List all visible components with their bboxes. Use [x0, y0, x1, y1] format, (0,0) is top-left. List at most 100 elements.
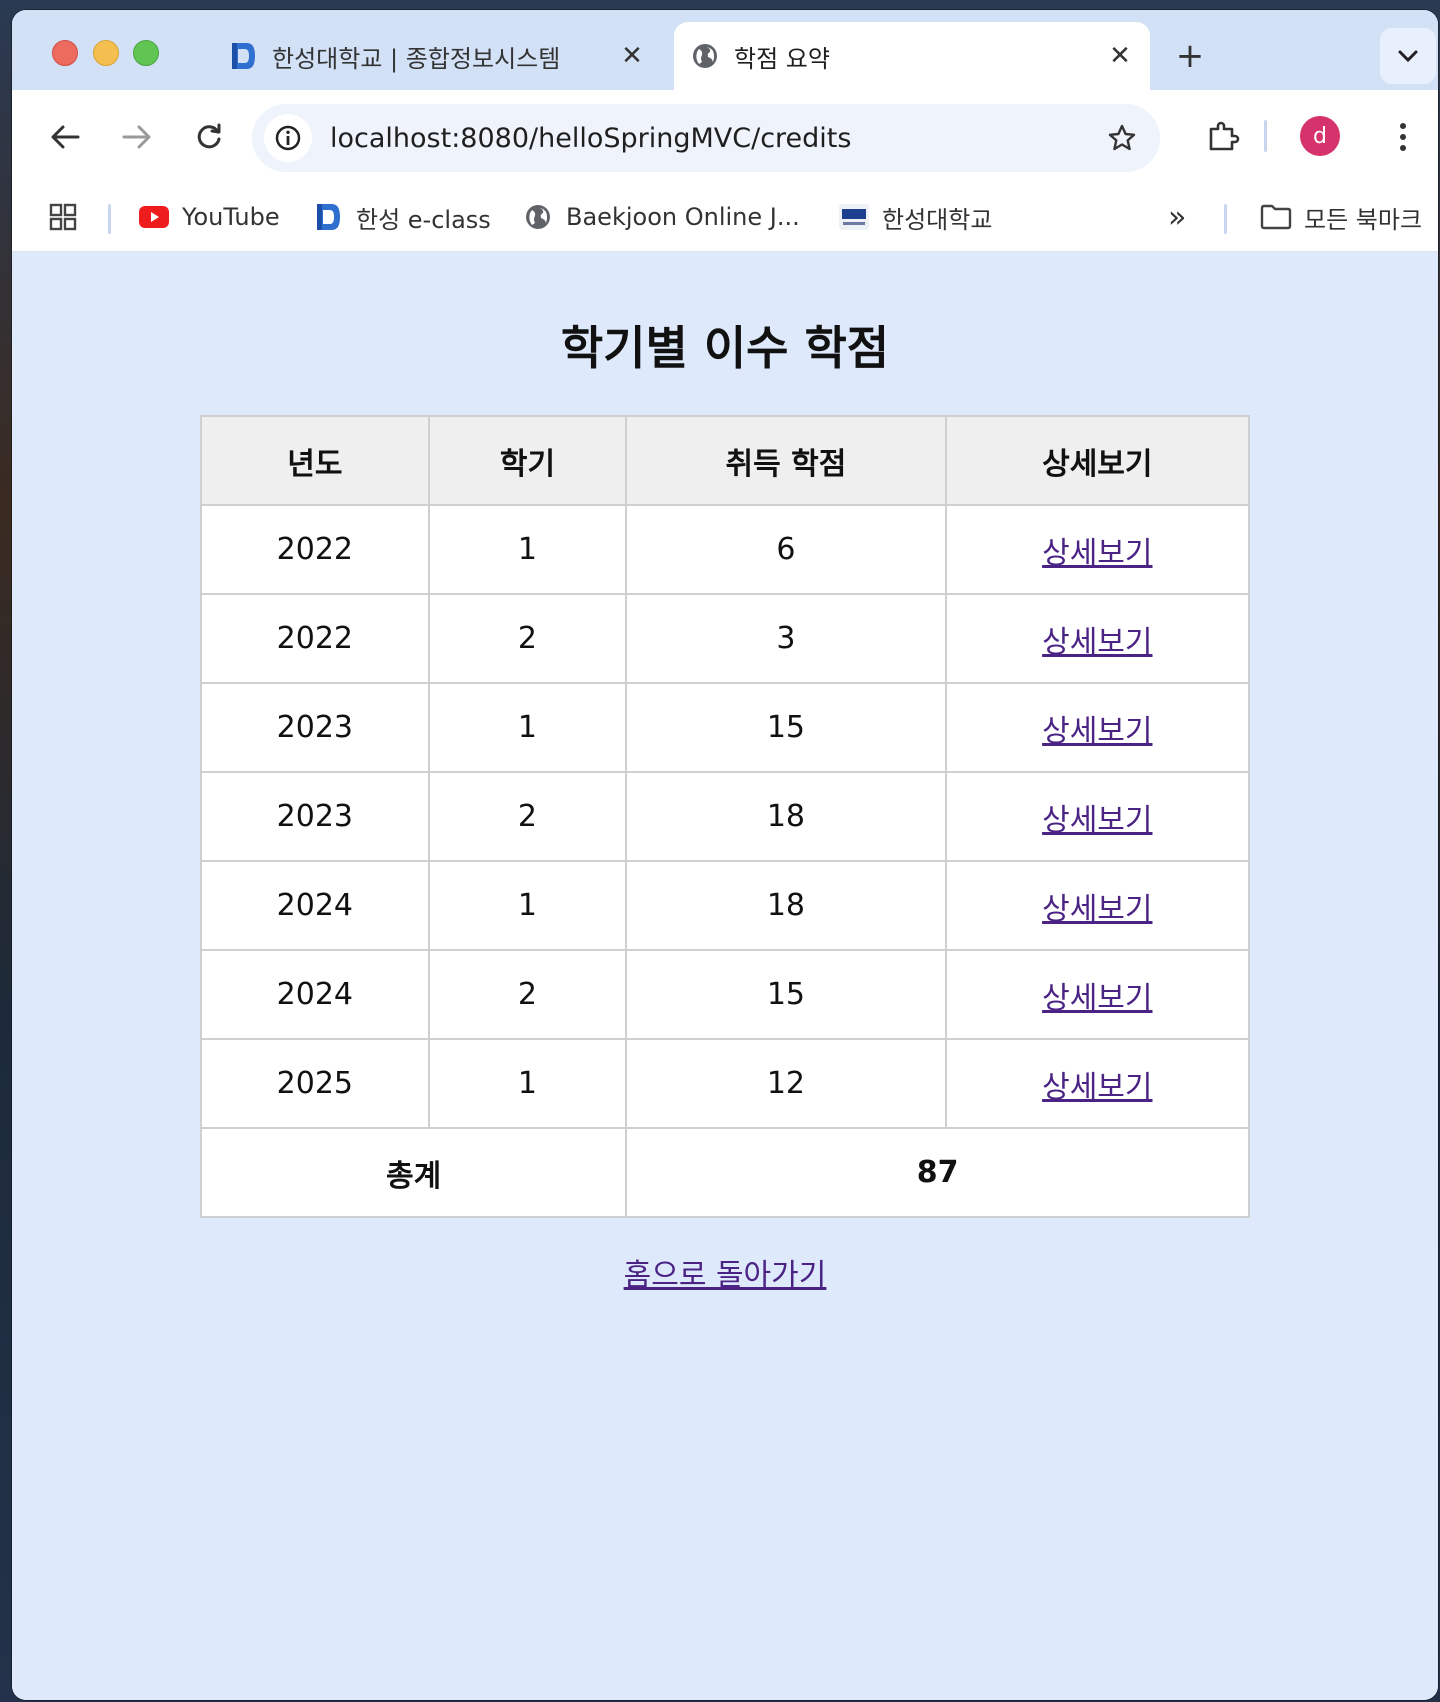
credits-cell: 15: [625, 949, 947, 1040]
folder-icon: [1260, 201, 1292, 233]
tab-title: 학점 요약: [734, 44, 830, 73]
detail-link[interactable]: 상세보기: [1042, 1070, 1152, 1105]
arrow-right-icon: [122, 125, 151, 149]
year-cell: 2023: [200, 771, 430, 862]
chevron-down-icon: [1398, 50, 1418, 63]
bookmark-label: YouTube: [182, 203, 280, 231]
home-link[interactable]: 홈으로 돌아가기: [624, 1258, 827, 1293]
bookmark-baekjoon[interactable]: Baekjoon Online J...: [522, 198, 800, 236]
total-value: 87: [625, 1127, 1250, 1218]
page-content: 학기별 이수 학점 년도 학기 취득 학점 상세보기 2022 1 6 상세보기: [12, 252, 1438, 1700]
bookmarks-bar: YouTube 한성 e-class Baekjoon Online J... …: [12, 182, 1438, 252]
semester-cell: 1: [427, 860, 628, 951]
extensions-icon[interactable]: [1200, 114, 1246, 160]
year-cell: 2023: [200, 682, 430, 773]
header-credits: 취득 학점: [625, 415, 947, 506]
detail-cell: 상세보기: [944, 1038, 1251, 1129]
year-cell: 2024: [200, 949, 430, 1040]
home-link-container: 홈으로 돌아가기: [12, 1250, 1438, 1294]
year-cell: 2024: [200, 860, 430, 951]
eclass-icon: [228, 41, 258, 71]
table-row: 2022 2 3 상세보기: [200, 593, 1251, 684]
table-row: 2024 2 15 상세보기: [200, 949, 1251, 1040]
forward-button[interactable]: [114, 114, 160, 160]
semester-cell: 1: [427, 682, 628, 773]
semester-cell: 1: [427, 1038, 628, 1129]
year-cell: 2025: [200, 1038, 430, 1129]
detail-link[interactable]: 상세보기: [1042, 625, 1152, 660]
semester-cell: 2: [427, 771, 628, 862]
site-info-icon[interactable]: [264, 114, 312, 162]
year-cell: 2022: [200, 593, 430, 684]
bookmark-youtube[interactable]: YouTube: [138, 198, 280, 236]
credits-cell: 15: [625, 682, 947, 773]
youtube-icon: [138, 201, 170, 233]
detail-cell: 상세보기: [944, 593, 1251, 684]
table-row: 2025 1 12 상세보기: [200, 1038, 1251, 1129]
bookmark-label: 한성대학교: [882, 205, 993, 234]
detail-link[interactable]: 상세보기: [1042, 803, 1152, 838]
credits-cell: 6: [625, 504, 947, 595]
detail-cell: 상세보기: [944, 949, 1251, 1040]
credits-cell: 12: [625, 1038, 947, 1129]
tab-credits-summary[interactable]: 학점 요약 ✕: [674, 22, 1150, 90]
detail-cell: 상세보기: [944, 860, 1251, 951]
profile-avatar[interactable]: d: [1300, 116, 1340, 156]
detail-cell: 상세보기: [944, 682, 1251, 773]
detail-link[interactable]: 상세보기: [1042, 892, 1152, 927]
table-row: 2023 2 18 상세보기: [200, 771, 1251, 862]
reload-icon: [197, 123, 221, 149]
detail-link[interactable]: 상세보기: [1042, 981, 1152, 1016]
apps-icon[interactable]: [48, 198, 78, 236]
more-bookmarks-button[interactable]: »: [1168, 198, 1186, 236]
maximize-window-button[interactable]: [133, 40, 159, 66]
total-row: 총계 87: [199, 1127, 1250, 1218]
reload-button[interactable]: [186, 114, 232, 160]
hsu-logo-icon: [838, 201, 870, 233]
minimize-window-button[interactable]: [93, 40, 119, 66]
total-label: 총계: [199, 1127, 628, 1218]
tab-close-icon[interactable]: ✕: [612, 36, 652, 76]
tab-strip: 한성대학교 | 종합정보시스템 ✕ 학점 요약 ✕ +: [12, 10, 1438, 90]
browser-window: 한성대학교 | 종합정보시스템 ✕ 학점 요약 ✕ + localhost:80…: [12, 10, 1438, 1700]
year-cell: 2022: [200, 504, 430, 595]
bookmarks-divider: [108, 204, 111, 234]
tab-search-button[interactable]: [1380, 28, 1436, 84]
credits-cell: 18: [625, 771, 947, 862]
tab-hansung-portal[interactable]: 한성대학교 | 종합정보시스템 ✕: [212, 22, 662, 90]
header-detail: 상세보기: [944, 415, 1251, 506]
detail-cell: 상세보기: [944, 504, 1251, 595]
tab-close-icon[interactable]: ✕: [1100, 36, 1140, 76]
bookmark-star-icon[interactable]: [1098, 114, 1146, 162]
table-row: 2022 1 6 상세보기: [200, 504, 1251, 595]
credits-table: 년도 학기 취득 학점 상세보기 2022 1 6 상세보기 2022 2 3: [199, 415, 1251, 1218]
page-title: 학기별 이수 학점: [560, 321, 890, 375]
credits-cell: 18: [625, 860, 947, 951]
more-menu-icon[interactable]: [1380, 114, 1426, 160]
all-bookmarks-button[interactable]: 모든 북마크: [1260, 198, 1422, 236]
url-text[interactable]: localhost:8080/helloSpringMVC/credits: [330, 123, 1098, 154]
semester-cell: 1: [427, 504, 628, 595]
table-row: 2024 1 18 상세보기: [200, 860, 1251, 951]
bookmark-label: Baekjoon Online J...: [566, 203, 800, 231]
detail-link[interactable]: 상세보기: [1042, 536, 1152, 571]
back-button[interactable]: [42, 114, 88, 160]
bookmarks-divider: [1224, 204, 1227, 234]
browser-toolbar: localhost:8080/helloSpringMVC/credits d: [12, 90, 1438, 182]
bookmark-hansung[interactable]: 한성대학교: [838, 198, 992, 236]
semester-cell: 2: [427, 593, 628, 684]
close-window-button[interactable]: [52, 40, 78, 66]
semester-cell: 2: [427, 949, 628, 1040]
eclass-icon: [312, 201, 344, 233]
detail-link[interactable]: 상세보기: [1042, 714, 1152, 749]
globe-icon: [690, 41, 720, 71]
bookmark-label: 모든 북마크: [1304, 205, 1423, 234]
globe-icon: [522, 201, 554, 233]
bookmark-eclass[interactable]: 한성 e-class: [312, 198, 491, 236]
tab-title: 한성대학교 | 종합정보시스템: [272, 44, 561, 73]
header-semester: 학기: [427, 415, 628, 506]
address-bar[interactable]: localhost:8080/helloSpringMVC/credits: [252, 104, 1160, 172]
arrow-left-icon: [51, 125, 80, 149]
bookmark-label: 한성 e-class: [356, 205, 491, 234]
new-tab-button[interactable]: +: [1170, 36, 1210, 76]
